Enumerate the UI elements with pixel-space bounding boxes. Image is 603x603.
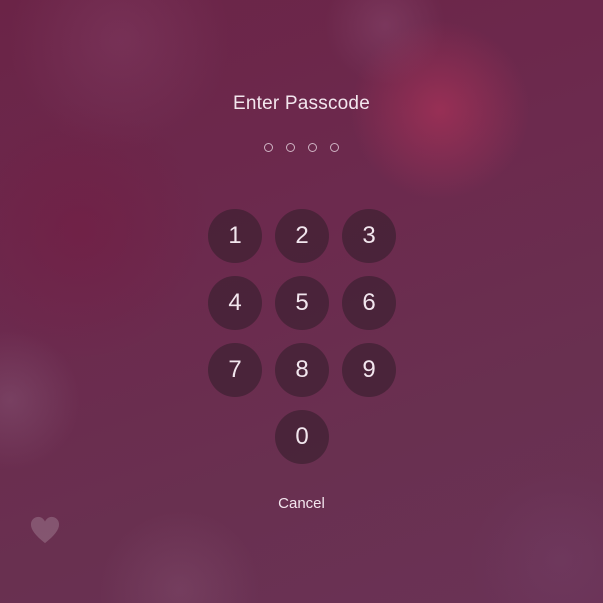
key-7-button[interactable]: 7 [208,343,262,397]
lock-screen: Enter Passcode 1 2 3 4 5 6 7 8 9 0 Cance… [0,0,603,603]
key-3-button[interactable]: 3 [342,209,396,263]
cancel-button-container: Cancel [0,493,603,514]
key-9-button[interactable]: 9 [342,343,396,397]
key-2-button[interactable]: 2 [275,209,329,263]
passcode-dot-2 [286,143,295,152]
page-title: Enter Passcode [233,93,370,114]
passcode-indicator [0,143,603,152]
key-1-button[interactable]: 1 [208,209,262,263]
key-0-button[interactable]: 0 [275,410,329,464]
passcode-dot-1 [264,143,273,152]
key-5-button[interactable]: 5 [275,276,329,330]
key-4-button[interactable]: 4 [208,276,262,330]
cancel-button[interactable]: Cancel [272,493,331,514]
passcode-dot-3 [308,143,317,152]
key-8-button[interactable]: 8 [275,343,329,397]
numeric-keypad: 1 2 3 4 5 6 7 8 9 0 [208,209,396,464]
key-6-button[interactable]: 6 [342,276,396,330]
passcode-dot-4 [330,143,339,152]
